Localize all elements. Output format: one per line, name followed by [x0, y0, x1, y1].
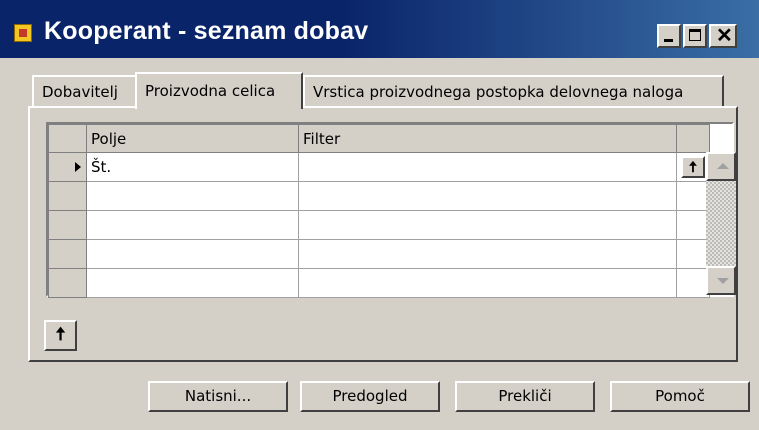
cell-filter[interactable]: [298, 210, 677, 240]
column-header-filter[interactable]: Filter: [298, 124, 677, 153]
window-title: Kooperant - seznam dobav: [44, 17, 369, 45]
table-row[interactable]: [48, 181, 710, 211]
row-up-cell: 🠅: [676, 152, 710, 182]
column-header-action: [676, 124, 710, 153]
title-bar[interactable]: Kooperant - seznam dobav ✕: [0, 0, 759, 58]
row-selector[interactable]: [48, 239, 87, 269]
cell-polje[interactable]: [86, 239, 299, 269]
scroll-up-button[interactable]: [706, 152, 736, 181]
cell-polje[interactable]: [86, 268, 299, 298]
close-icon: ✕: [716, 25, 733, 47]
cancel-button[interactable]: Prekliči: [455, 381, 595, 412]
row-up-button[interactable]: 🠅: [681, 156, 705, 178]
cell-filter[interactable]: [298, 152, 677, 182]
grid-header-row: Polje Filter: [48, 124, 710, 153]
cell-filter[interactable]: [298, 181, 677, 211]
cell-polje[interactable]: [86, 181, 299, 211]
app-icon: [14, 24, 32, 42]
row-selector[interactable]: [48, 210, 87, 240]
maximize-button[interactable]: [683, 24, 707, 48]
table-row[interactable]: [48, 268, 710, 298]
tab-vrstica-postopka[interactable]: Vrstica proizvodnega postopka delovnega …: [303, 75, 724, 107]
minimize-button[interactable]: [657, 24, 681, 48]
help-button[interactable]: Pomoč: [610, 381, 750, 412]
cell-polje[interactable]: Št.: [86, 152, 299, 182]
preview-button[interactable]: Predogled: [300, 381, 440, 412]
row-action-cell: [676, 239, 710, 269]
cell-polje[interactable]: [86, 210, 299, 240]
row-action-cell: [676, 181, 710, 211]
tab-dobavitelj[interactable]: Dobavitelj: [32, 75, 138, 107]
row-action-cell: [676, 210, 710, 240]
move-up-button[interactable]: 🠅: [44, 320, 77, 351]
row-action-cell: [676, 268, 710, 298]
row-selector[interactable]: [48, 181, 87, 211]
table-row[interactable]: [48, 210, 710, 240]
row-selector[interactable]: [48, 268, 87, 298]
row-selector-current[interactable]: [48, 152, 87, 182]
scroll-down-button[interactable]: [706, 266, 736, 295]
header-corner: [48, 124, 87, 153]
dialog-window: Kooperant - seznam dobav ✕ Dobavitelj Pr…: [0, 0, 759, 430]
cell-filter[interactable]: [298, 268, 677, 298]
cell-filter[interactable]: [298, 239, 677, 269]
filter-grid[interactable]: Polje Filter Št. 🠅: [46, 122, 734, 298]
vertical-scrollbar[interactable]: [706, 152, 736, 295]
table-row[interactable]: Št. 🠅: [48, 152, 710, 182]
up-arrow-icon: 🠅: [688, 158, 698, 176]
up-arrow-icon: 🠅: [55, 324, 66, 345]
close-button[interactable]: ✕: [709, 24, 737, 48]
table-row[interactable]: [48, 239, 710, 269]
tab-proizvodna-celica[interactable]: Proizvodna celica: [135, 72, 303, 109]
column-header-polje[interactable]: Polje: [86, 124, 299, 153]
print-button[interactable]: Natisni...: [148, 381, 288, 412]
current-row-icon: [75, 162, 81, 172]
